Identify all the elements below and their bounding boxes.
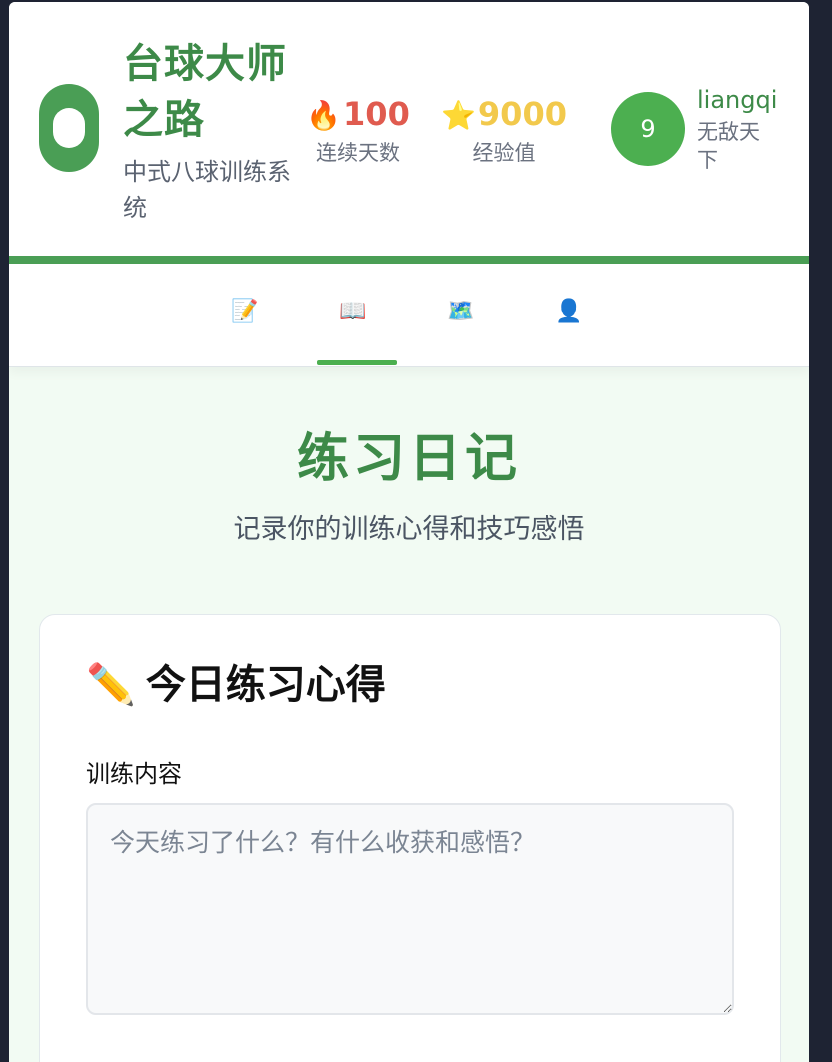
- diary-card: ✏️ 今日练习心得 训练内容: [39, 614, 781, 1062]
- app-title: 台球大师之路: [123, 41, 287, 143]
- training-content-label: 训练内容: [86, 760, 182, 788]
- tab-practice-log[interactable]: 📝: [205, 292, 285, 364]
- memo-icon: 📝: [231, 299, 259, 324]
- flame-icon: 🔥: [306, 99, 342, 132]
- user-silhouette-icon: 👤: [555, 299, 583, 324]
- page-title: 练习日记: [296, 429, 521, 489]
- tab-diary[interactable]: 📖: [313, 292, 393, 364]
- tab-bar: 📝 📖 🗺️ 👤: [9, 264, 809, 367]
- xp-label: 经验值: [472, 141, 536, 165]
- active-tab-indicator: [317, 360, 397, 365]
- app-subtitle: 中式八球训练系统: [123, 158, 291, 222]
- avatar-level-badge[interactable]: 9: [611, 92, 685, 166]
- app-header: 台球大师之路 中式八球训练系统 🔥100 连续天数 ⭐9000 经验值 9 li…: [9, 2, 809, 256]
- tab-profile[interactable]: 👤: [529, 292, 609, 364]
- open-book-icon: 📖: [339, 299, 367, 324]
- card-title: ✏️ 今日练习心得: [86, 659, 386, 711]
- training-content-input[interactable]: [86, 803, 734, 1015]
- streak-label: 连续天数: [316, 141, 400, 165]
- world-map-icon: 🗺️: [447, 299, 475, 324]
- xp-value: 9000: [477, 95, 567, 133]
- billiard-logo-icon: [39, 84, 99, 172]
- star-icon: ⭐: [441, 99, 476, 132]
- page-subtitle: 记录你的训练心得和技巧感悟: [233, 514, 585, 545]
- user-name[interactable]: liangqi: [697, 84, 777, 116]
- app-window: 台球大师之路 中式八球训练系统 🔥100 连续天数 ⭐9000 经验值 9 li…: [9, 2, 809, 1062]
- tab-map[interactable]: 🗺️: [421, 292, 501, 364]
- user-rank: 无敌天下: [697, 120, 760, 172]
- xp-stat: ⭐9000 经验值: [439, 94, 569, 168]
- streak-stat: 🔥100 连续天数: [303, 94, 413, 168]
- pencil-icon: ✏️: [86, 662, 136, 708]
- streak-value: 100: [343, 95, 410, 133]
- card-title-text: 今日练习心得: [145, 662, 386, 708]
- header-accent-bar: [9, 256, 809, 264]
